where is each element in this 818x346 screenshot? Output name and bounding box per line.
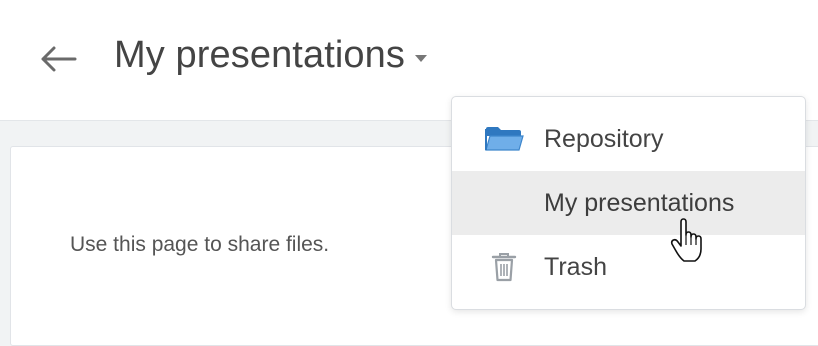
back-button[interactable] [36, 37, 80, 81]
arrow-left-icon [41, 46, 77, 72]
menu-item-label: My presentations [544, 189, 735, 217]
menu-item-trash[interactable]: Trash [452, 235, 805, 299]
caret-down-icon [414, 50, 427, 68]
trash-icon [484, 251, 524, 283]
folder-dropdown-menu: Repository My presentations Trash [451, 96, 806, 310]
empty-state-message: Use this page to share files. [70, 233, 330, 256]
hand-pointer-icon [670, 218, 702, 262]
menu-item-label: Repository [544, 125, 664, 153]
menu-item-repository[interactable]: Repository [452, 107, 805, 171]
menu-item-my-presentations[interactable]: My presentations [452, 171, 805, 235]
menu-item-label: Trash [544, 253, 607, 281]
folder-icon [484, 123, 524, 155]
page-title: My presentations [114, 34, 405, 76]
folder-selector[interactable]: My presentations [114, 27, 427, 83]
